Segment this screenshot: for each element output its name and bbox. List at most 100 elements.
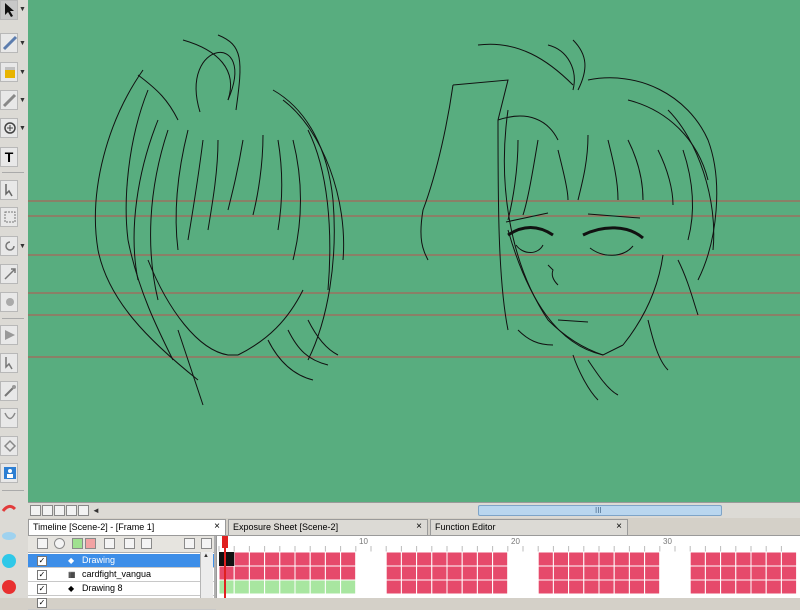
eraser-tool-icon[interactable] — [0, 353, 18, 373]
add-drawing-layer-icon[interactable] — [72, 538, 83, 549]
paint-tool-menu-arrow[interactable]: ▼ — [19, 69, 27, 77]
frame-cell — [248, 579, 266, 595]
layer-options-icon[interactable] — [141, 538, 152, 549]
pencil-tool-icon[interactable] — [0, 90, 18, 110]
frame-cell — [644, 565, 661, 581]
layers-vertical-scrollbar[interactable]: ▲ — [200, 552, 213, 598]
frame-cell — [598, 551, 615, 567]
frame-cell — [446, 565, 463, 581]
frame-last-icon[interactable] — [66, 505, 77, 516]
lock-all-icon[interactable] — [54, 538, 65, 549]
frame-cell — [735, 579, 752, 595]
layer-visibility-checkbox[interactable]: ✓ — [37, 598, 47, 608]
zoom-tool-icon[interactable] — [0, 325, 18, 345]
expand-icon[interactable] — [201, 538, 212, 549]
frame-cell — [385, 565, 402, 581]
scrollbar-grip[interactable]: III — [595, 506, 602, 515]
frame-next-icon[interactable] — [54, 505, 65, 516]
show-all-icon[interactable] — [37, 538, 48, 549]
tab-exposure-sheet[interactable]: Exposure Sheet [Scene-2] × — [228, 519, 428, 535]
color-swatch-icon[interactable] — [0, 552, 18, 572]
contour-editor-icon[interactable] — [0, 118, 18, 138]
frame-cell — [248, 551, 266, 567]
frame-cell — [446, 551, 463, 567]
frame-cell — [264, 565, 281, 581]
frame-cell — [218, 579, 235, 595]
layer-visibility-checkbox[interactable]: ✓ — [37, 556, 47, 566]
drawing-canvas[interactable] — [28, 0, 800, 502]
frame-cell — [674, 565, 691, 581]
contour-editor-menu-arrow[interactable]: ▼ — [19, 125, 27, 133]
frame-cell — [735, 565, 752, 581]
close-icon[interactable]: × — [416, 521, 422, 532]
close-icon[interactable]: × — [616, 521, 622, 532]
frame-cell — [264, 579, 281, 595]
frame-cell — [704, 565, 722, 581]
cutter-tool-menu-arrow[interactable]: ▼ — [19, 40, 27, 48]
transform-tool-icon[interactable] — [0, 180, 18, 200]
tab-function-editor-label: Function Editor — [435, 522, 496, 532]
frame-cell — [492, 551, 509, 567]
rotate-tool-menu-arrow[interactable]: ▼ — [19, 243, 27, 251]
morph-tool-icon[interactable] — [0, 436, 18, 456]
layer-row-cardfight[interactable]: ✓ ▦ cardfight_vangua — [28, 568, 216, 582]
frame-cell — [400, 551, 418, 567]
tab-timeline[interactable]: Timeline [Scene-2] - [Frame 1] × — [28, 519, 226, 535]
add-keyframe-icon[interactable] — [104, 538, 115, 549]
frame-cell — [659, 579, 676, 595]
frame-cell — [476, 579, 494, 595]
frame-cell — [355, 579, 372, 595]
cutter-tool-icon[interactable] — [0, 33, 18, 53]
guide-lines — [28, 200, 800, 358]
scroll-left-arrow[interactable]: ◄ — [92, 506, 100, 515]
tab-function-editor[interactable]: Function Editor × — [430, 519, 628, 535]
frame-cell — [492, 565, 509, 581]
frame-cell — [431, 565, 448, 581]
text-tool-icon[interactable]: T — [0, 147, 18, 167]
frame-cell — [689, 579, 706, 595]
frame-prev-icon[interactable] — [42, 505, 53, 516]
stroke-tool-icon[interactable] — [0, 408, 18, 428]
collapse-icon[interactable] — [184, 538, 195, 549]
pencil-tool-menu-arrow[interactable]: ▼ — [19, 97, 27, 105]
layer-visibility-checkbox[interactable]: ✓ — [37, 584, 47, 594]
frame-cell — [522, 565, 539, 581]
frame-cell — [720, 565, 737, 581]
camera-tool-icon[interactable] — [0, 463, 18, 483]
selection-tool-menu-arrow[interactable]: ▼ — [19, 6, 27, 14]
frame-cell — [704, 551, 722, 567]
cloud-tool-icon[interactable] — [0, 526, 18, 546]
frame-cell — [583, 565, 600, 581]
layer-properties-icon[interactable] — [124, 538, 135, 549]
layer-row-drawing-8[interactable]: ✓ ◆ Drawing 8 — [28, 582, 216, 596]
frame-cell — [552, 579, 570, 595]
paint-tool-icon[interactable] — [0, 62, 18, 82]
frame-cell — [568, 579, 585, 595]
layer-row-partial[interactable]: ✓ — [28, 596, 216, 610]
frame-loop-icon[interactable] — [78, 505, 89, 516]
frame-cell — [416, 565, 433, 581]
layer-visibility-checkbox[interactable]: ✓ — [37, 570, 47, 580]
frame-cell — [233, 565, 250, 581]
scroll-up-arrow[interactable]: ▲ — [203, 553, 209, 559]
pen-tool-icon[interactable] — [0, 381, 18, 401]
hand-tool-icon[interactable] — [0, 292, 18, 312]
delete-layer-icon[interactable] — [85, 538, 96, 549]
frame-cell — [370, 579, 387, 595]
layer-row-drawing[interactable]: ✓ ◆ Drawing — [28, 554, 216, 568]
scale-tool-icon[interactable] — [0, 207, 18, 227]
frame-first-icon[interactable] — [30, 505, 41, 516]
tab-timeline-label: Timeline [Scene-2] - [Frame 1] — [33, 522, 155, 532]
record-icon[interactable] — [0, 578, 18, 598]
selection-tool-icon[interactable] — [0, 0, 18, 20]
frame-cell — [613, 565, 630, 581]
frames-panel[interactable]: 10 20 30 — [216, 536, 800, 598]
frame-cell — [537, 565, 554, 581]
frame-cell — [780, 551, 798, 567]
skew-tool-icon[interactable] — [0, 264, 18, 284]
brush-color-icon[interactable] — [0, 498, 18, 518]
drawing-layer-icon: ◆ — [68, 556, 75, 565]
rotate-tool-icon[interactable] — [0, 236, 18, 256]
horizontal-scrollbar[interactable]: III — [478, 505, 722, 516]
close-icon[interactable]: × — [214, 521, 220, 532]
